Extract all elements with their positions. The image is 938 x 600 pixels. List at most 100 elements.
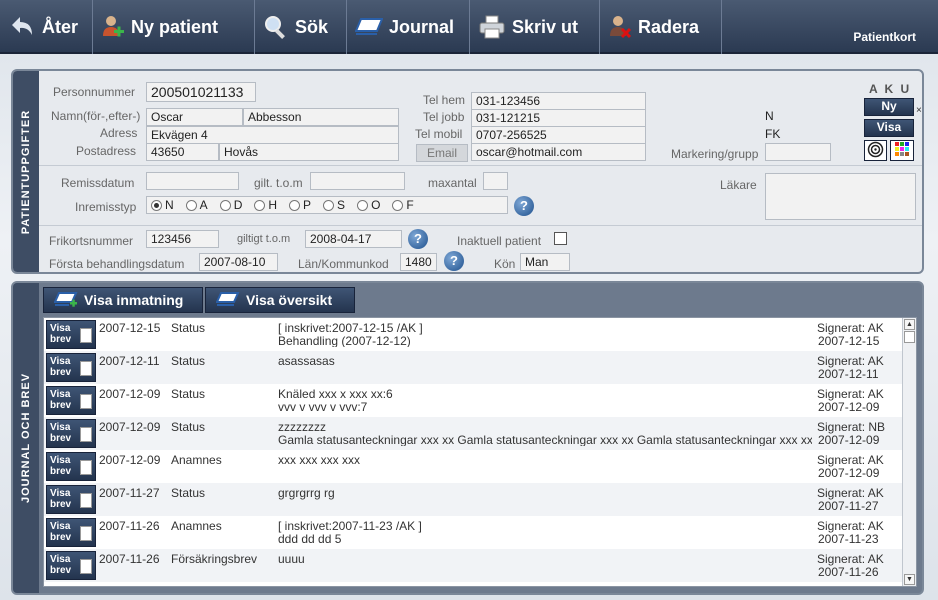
visa-brev-button[interactable]: Visa brev xyxy=(46,452,96,481)
inremiss-radio[interactable]: H xyxy=(254,198,277,212)
inremiss-radio[interactable]: F xyxy=(392,198,414,212)
email-field[interactable]: oscar@hotmail.com xyxy=(471,143,646,161)
table-row[interactable]: Visa brev 2007-12-09 Anamnes xxx xxx xxx xxx… xyxy=(44,450,902,483)
lakare-field[interactable] xyxy=(765,173,916,220)
last-name-field[interactable]: Abbesson xyxy=(243,108,399,126)
tel-hem-field[interactable]: 031-123456 xyxy=(471,92,646,110)
gilt-field[interactable] xyxy=(310,172,405,190)
inremiss-radio[interactable]: P xyxy=(289,198,311,212)
delete-user-icon xyxy=(610,16,632,39)
lan-field[interactable]: 1480 xyxy=(400,253,437,271)
inremiss-radio[interactable]: A xyxy=(185,198,208,212)
table-row[interactable]: Visa brev 2007-11-26 Anamnes [ inskrivet:20… xyxy=(44,516,902,549)
brev-label-1: Visa xyxy=(50,521,71,532)
table-row[interactable]: Visa brev 2007-11-26 Försäkringsbrev uuuu Sig… xyxy=(44,549,902,582)
marking-field[interactable] xyxy=(765,143,831,161)
lan-label: Län/Kommunkod xyxy=(298,257,389,271)
show-input-button[interactable]: Visa inmatning xyxy=(43,287,203,313)
forsta-field[interactable]: 2007-08-10 xyxy=(199,253,278,271)
email-button[interactable]: Email xyxy=(416,144,468,162)
inremiss-radio[interactable]: D xyxy=(219,198,242,212)
brev-label-1: Visa xyxy=(50,554,71,565)
remiss-field[interactable] xyxy=(146,172,239,190)
maxantal-field[interactable] xyxy=(483,172,508,190)
visa-brev-button[interactable]: Visa brev xyxy=(46,518,96,547)
journal-button[interactable]: Journal xyxy=(347,0,470,54)
visa-brev-button[interactable]: Visa brev xyxy=(46,320,96,349)
table-row[interactable]: Visa brev 2007-12-09 Status zzzzzzzz Gamla st… xyxy=(44,417,902,450)
visa-brev-button[interactable]: Visa brev xyxy=(46,485,96,514)
row-text-2: vvv v vvv v vvv:7 xyxy=(278,400,368,413)
back-button[interactable]: Åter xyxy=(0,0,93,54)
scroll-thumb[interactable] xyxy=(904,331,915,343)
scroll-down-icon[interactable]: ▼ xyxy=(904,574,915,585)
row-text-2: ddd dd dd 5 xyxy=(278,532,342,545)
radio-label: P xyxy=(303,198,312,212)
table-row[interactable]: Visa brev 2007-12-11 Status asassasas Signera… xyxy=(44,351,902,384)
help-icon[interactable]: ? xyxy=(444,251,464,271)
first-name-field[interactable]: Oscar xyxy=(146,108,243,126)
inremiss-radio[interactable]: S xyxy=(323,198,345,212)
help-icon[interactable]: ? xyxy=(408,229,428,249)
inaktuell-checkbox[interactable] xyxy=(554,232,567,245)
personnummer-label: Personnummer xyxy=(53,85,136,99)
document-icon xyxy=(80,394,92,409)
kon-field[interactable]: Man xyxy=(520,253,570,271)
table-row[interactable]: Visa brev 2007-11-27 Status grgrgrrg rg Signe… xyxy=(44,483,902,516)
journal-tab: JOURNAL OCH BREV xyxy=(13,283,39,593)
row-type: Status xyxy=(171,486,206,500)
name-label: Namn(för-,efter-) xyxy=(51,109,141,123)
lakare-label: Läkare xyxy=(720,178,757,192)
color-grid-icon[interactable] xyxy=(890,140,914,161)
visa-brev-button[interactable]: Visa brev xyxy=(46,386,96,415)
brev-label-2: brev xyxy=(50,565,72,576)
delete-button[interactable]: Radera xyxy=(600,0,722,54)
new-patient-button[interactable]: Ny patient xyxy=(93,0,255,54)
search-icon xyxy=(265,16,285,39)
brev-label-2: brev xyxy=(50,532,72,543)
inremiss-radio[interactable]: O xyxy=(357,198,380,212)
personnummer-field[interactable]: 200501021133 xyxy=(146,82,256,102)
visa-brev-button[interactable]: Visa brev xyxy=(46,551,96,580)
visa-button[interactable]: Visa xyxy=(864,119,914,137)
visa-brev-button[interactable]: Visa brev xyxy=(46,419,96,448)
postal-label: Postadress xyxy=(76,144,137,158)
search-button[interactable]: Sök xyxy=(255,0,347,54)
journal-icon xyxy=(216,292,240,306)
visa-brev-button[interactable]: Visa brev xyxy=(46,353,96,382)
row-type: Status xyxy=(171,354,206,368)
patient-panel: PATIENTUPPGIFTER Personnummer 2005010211… xyxy=(11,69,924,274)
tel-mobil-field[interactable]: 0707-256525 xyxy=(471,126,646,144)
spiral-icon[interactable] xyxy=(864,140,887,161)
journal-panel: JOURNAL OCH BREV Visa inmatning Visa öve… xyxy=(11,281,924,595)
city-field[interactable]: Hovås xyxy=(219,143,399,161)
ny-button[interactable]: Ny xyxy=(864,98,914,116)
row-date: 2007-11-26 xyxy=(99,519,160,533)
row-signed: Signerat: AK xyxy=(817,387,884,401)
frikort-field[interactable]: 123456 xyxy=(146,230,219,248)
table-row[interactable]: Visa brev 2007-12-09 Status Knäled xxx x xxx… xyxy=(44,384,902,417)
show-overview-button[interactable]: Visa översikt xyxy=(205,287,355,313)
inremiss-radio[interactable]: N xyxy=(151,198,174,212)
frikort-label: Frikortsnummer xyxy=(49,234,134,248)
row-text-1: asassasas xyxy=(278,354,335,368)
row-type: Status xyxy=(171,420,206,434)
help-icon[interactable]: ? xyxy=(514,196,534,216)
row-sign-date: 2007-12-11 xyxy=(818,367,879,381)
tel-jobb-field[interactable]: 031-121215 xyxy=(471,109,646,127)
scroll-up-icon[interactable]: ▲ xyxy=(904,319,915,330)
brev-label-1: Visa xyxy=(50,422,71,433)
postal-code-field[interactable]: 43650 xyxy=(146,143,219,161)
close-icon[interactable]: × xyxy=(916,105,922,116)
radio-label: H xyxy=(268,198,278,212)
print-button[interactable]: Skriv ut xyxy=(470,0,600,54)
brev-label-1: Visa xyxy=(50,389,71,400)
table-row[interactable]: Visa brev 2007-12-15 Status [ inskrivet:200… xyxy=(44,318,902,351)
scrollbar[interactable]: ▲ ▼ xyxy=(902,318,916,586)
radio-label: F xyxy=(406,198,414,212)
giltigt-field[interactable]: 2008-04-17 xyxy=(305,230,402,248)
row-date: 2007-11-27 xyxy=(99,486,160,500)
row-date: 2007-12-11 xyxy=(99,354,160,368)
row-sign-date: 2007-11-27 xyxy=(818,499,879,513)
address-field[interactable]: Ekvägen 4 xyxy=(146,126,399,144)
